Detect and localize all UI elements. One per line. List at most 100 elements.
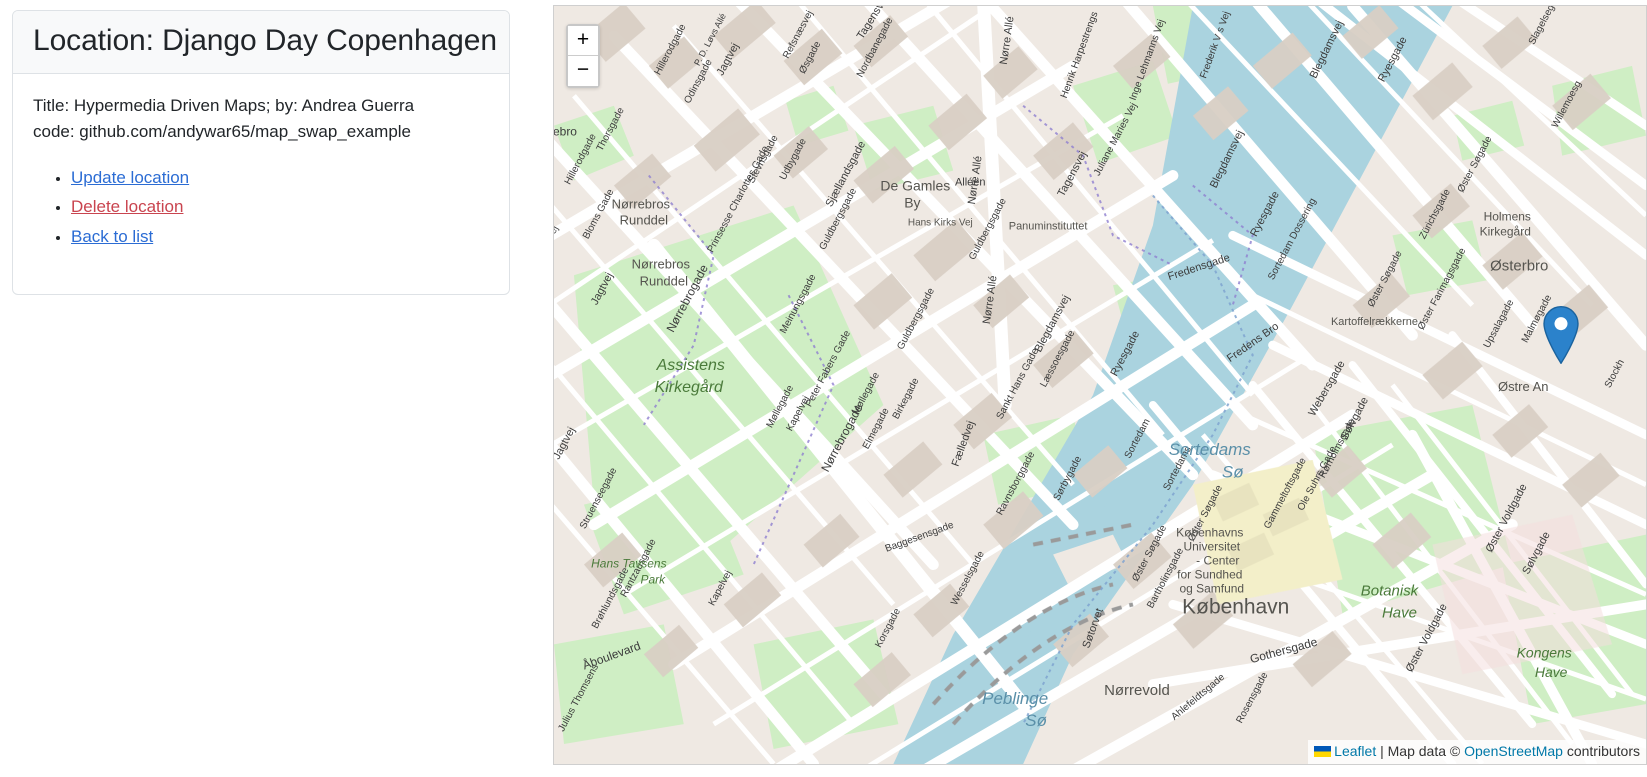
street-label: Upsalagade xyxy=(1482,298,1517,351)
street-label: Nørre Allé xyxy=(981,275,1000,325)
street-label: Søtorvet xyxy=(1080,607,1105,650)
place-label: By xyxy=(904,194,920,210)
street-label: Julius Thomsens xyxy=(556,662,601,733)
location-code-line: code: github.com/andywar65/map_swap_exam… xyxy=(33,122,412,142)
street-label: Baggesensgade xyxy=(884,520,956,555)
update-location-link[interactable]: Update location xyxy=(71,168,189,187)
street-label: Ryesgade xyxy=(1248,189,1282,238)
place-label: og Samfund xyxy=(1180,581,1245,595)
place-label: Runddel xyxy=(640,273,688,288)
water-label: Sø xyxy=(1222,463,1244,482)
ukraine-flag-icon xyxy=(1314,746,1332,757)
place-label: København xyxy=(1182,595,1289,618)
park-label: Kongens xyxy=(1517,644,1572,660)
street-label: Gammeltoftsgade xyxy=(1262,456,1309,531)
attribution-suffix: contributors xyxy=(1562,743,1640,759)
street-label: Korsgade xyxy=(873,606,903,649)
street-label: Frederik V s Vej xyxy=(1198,10,1232,80)
place-label: Østre An xyxy=(1498,379,1548,394)
street-label: Prinsesse Charlottes Gade xyxy=(706,144,772,255)
water-label: Peblinge xyxy=(982,689,1048,708)
place-label: - Center xyxy=(1196,554,1239,568)
back-to-list-link[interactable]: Back to list xyxy=(71,227,153,246)
place-label: Holmens xyxy=(1484,209,1531,223)
zoom-in-button[interactable]: + xyxy=(568,26,598,56)
street-label: Webersgade xyxy=(1306,359,1347,419)
street-label: Ravnsborggade xyxy=(995,450,1038,518)
street-label: Nørre Allé xyxy=(998,16,1017,66)
page-title: Location: Django Day Copenhagen xyxy=(33,24,497,57)
street-label: Øster Søgade xyxy=(1366,249,1405,309)
street-label: Elmegade xyxy=(861,406,892,451)
street-label: Nordre Fasanvej xyxy=(554,224,561,294)
zoom-control[interactable]: + − xyxy=(566,24,600,88)
street-label: Øster Voldgade xyxy=(1484,482,1530,554)
openstreetmap-link[interactable]: OpenStreetMap xyxy=(1464,743,1563,759)
street-label: Hillerodgade xyxy=(653,22,689,77)
street-label: Blegdamsvej xyxy=(1208,128,1246,190)
park-label: Kirkegård xyxy=(655,378,724,396)
street-label: Blegdamsvej xyxy=(1308,19,1346,81)
street-label: Sølvgade xyxy=(1520,530,1552,577)
street-label: Øster Søgade xyxy=(1456,134,1495,194)
list-item: Update location xyxy=(71,163,489,193)
map-attribution: Leaflet | Map data © OpenStreetMap contr… xyxy=(1308,740,1646,764)
street-label: Wesselsgade xyxy=(949,549,987,607)
street-label: Jagtvej xyxy=(715,41,742,77)
place-label: Panuminstituttet xyxy=(1009,220,1088,232)
street-label: Birkegade xyxy=(891,376,922,421)
leaflet-link[interactable]: Leaflet xyxy=(1334,743,1376,759)
park-label: Botanisk xyxy=(1361,582,1420,599)
map-label-layer: Tagensvej Nørre Allé Nørre Allé Tagensvej He… xyxy=(554,6,1646,764)
place-label: Kirkegård xyxy=(1480,224,1531,238)
street-label: Øster Farimagsgade xyxy=(1416,246,1469,332)
street-label: Henrik Harpestrengs xyxy=(1059,10,1101,100)
street-label: Jagtvej xyxy=(554,425,578,461)
park-label: Park xyxy=(641,572,667,586)
place-label: Københavns xyxy=(1176,526,1243,540)
street-label: Ahlefeldtsgade xyxy=(1169,672,1227,723)
street-label: ebro xyxy=(554,125,577,139)
place-label: Nørrevold xyxy=(1104,682,1170,699)
water-label: Sø xyxy=(1025,711,1047,730)
place-label: De Gamles xyxy=(880,178,950,194)
attribution-separator: | Map data © xyxy=(1376,743,1465,759)
street-label: Peter Fabers Gade xyxy=(804,328,854,408)
park-label: Hans Tavsens xyxy=(591,557,666,571)
street-label: Guldbergsgade xyxy=(967,196,1009,262)
map-marker-pin[interactable] xyxy=(1536,305,1586,365)
street-label: Guldbergsgade xyxy=(895,286,937,352)
street-label: Gothersgade xyxy=(1248,635,1319,667)
street-label: Sankt Hans Gade xyxy=(995,346,1042,421)
street-label: Inge Lehmanns Vej xyxy=(1128,18,1168,102)
street-label: Fredensgade xyxy=(1166,252,1231,283)
location-title-line: Title: Hypermedia Driven Maps; by: Andre… xyxy=(33,96,415,115)
street-label: Sørbygade xyxy=(1052,454,1085,503)
park-label: Have xyxy=(1535,664,1568,680)
street-label: Rosensgade xyxy=(1235,670,1271,725)
street-label: Nørrebrogade xyxy=(818,402,866,475)
water-label: Sortedams xyxy=(1169,440,1252,459)
street-label: Juliane Maries Vej xyxy=(1092,101,1140,178)
street-label: Jagtvej xyxy=(589,271,616,307)
street-label: Thorsgade xyxy=(595,105,627,153)
street-label: Udbygade xyxy=(778,136,809,182)
place-label: Universitet xyxy=(1184,540,1241,554)
street-label: Tagensvej xyxy=(1055,150,1089,199)
place-label: Runddel xyxy=(620,212,668,227)
zoom-out-button[interactable]: − xyxy=(568,56,598,86)
card-header: Location: Django Day Copenhagen xyxy=(13,11,509,74)
street-label: Kapelvej xyxy=(707,569,735,608)
street-label: Meinungsgade xyxy=(778,272,819,335)
delete-location-link[interactable]: Delete location xyxy=(71,197,183,216)
leaflet-map[interactable]: Tagensvej Nørre Allé Nørre Allé Tagensvej He… xyxy=(553,5,1647,765)
place-label: Nørrebros xyxy=(612,196,671,211)
park-label: Assistens xyxy=(656,357,725,374)
map-labels-svg: Tagensvej Nørre AlléNørre AlléTagensvejHe… xyxy=(554,6,1627,734)
place-label: Østerbro xyxy=(1490,257,1548,274)
list-item: Back to list xyxy=(71,222,489,252)
place-label: Hans Kirks Vej xyxy=(908,217,973,228)
street-label: Fælledvej xyxy=(950,419,978,468)
place-label: Kartoffelrækkerne xyxy=(1331,316,1418,328)
street-label: Slagelseg xyxy=(1527,6,1557,47)
